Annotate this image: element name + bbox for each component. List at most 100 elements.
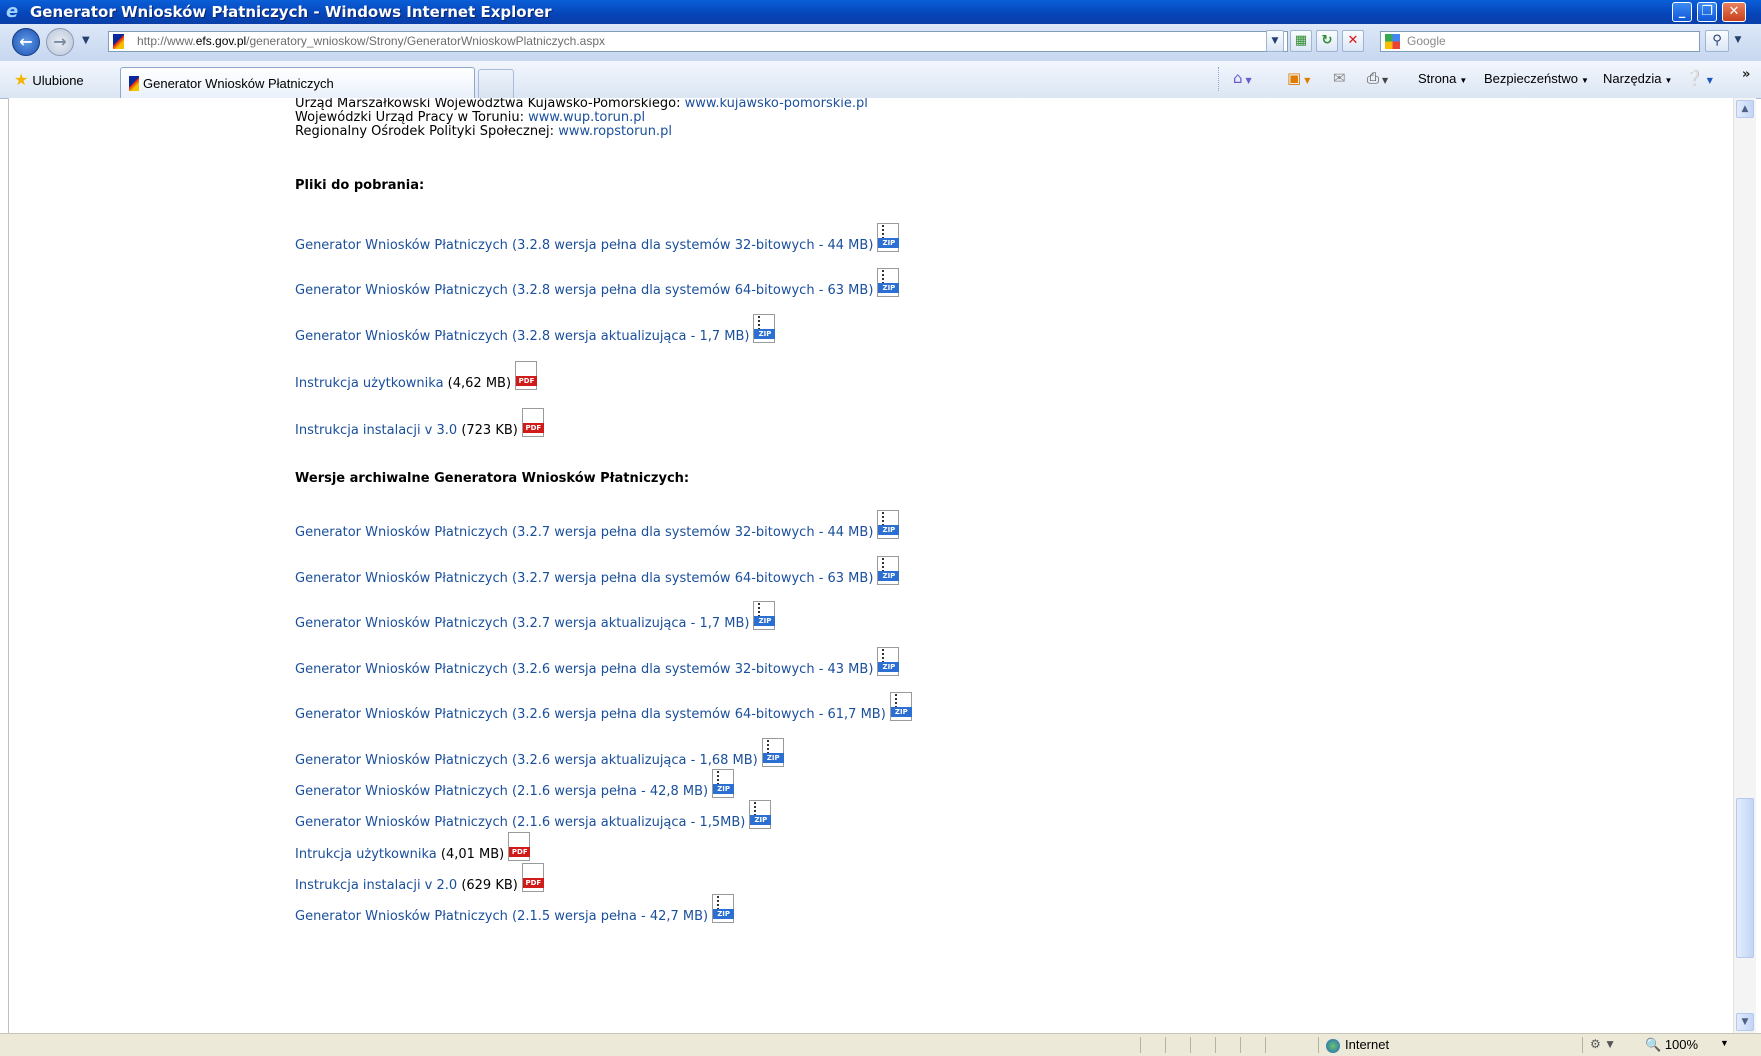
download-link[interactable]: Instrukcja instalacji v 2.0 [295,878,457,893]
download-item: Generator Wniosków Płatniczych (2.1.5 we… [295,894,736,924]
minimize-button[interactable]: _ [1672,2,1692,22]
search-input[interactable]: Google [1380,31,1700,52]
pdf-file-icon[interactable]: PDF [521,408,546,438]
protected-mode-icon[interactable]: ⚙ ▼ [1590,1037,1616,1051]
file-type-badge: PDF [522,878,544,888]
file-type-badge: ZIP [750,815,772,825]
back-button[interactable]: ← [12,28,40,56]
zip-file-icon[interactable]: ZIP [877,556,901,586]
page-viewport[interactable]: Urząd Marszałkowski Województwa Kujawsko… [8,98,1734,1033]
address-dropdown-icon[interactable]: ▼ [1266,30,1284,52]
zip-file-icon[interactable]: ZIP [877,510,901,540]
scroll-down-icon[interactable]: ▼ [1736,1013,1754,1031]
file-type-badge: ZIP [890,707,912,717]
tab-title: Generator Wniosków Płatniczych [143,76,334,91]
wup-contact-line: Wojewódzki Urząd Pracy w Toruniu: www.wu… [295,110,646,125]
internet-globe-icon [1326,1038,1340,1053]
more-commands-chevron-icon[interactable]: » [1742,67,1750,82]
search-icon[interactable]: ⚲ [1705,30,1729,52]
zip-file-icon[interactable]: ZIP [753,314,777,344]
file-type-badge: ZIP [754,329,776,339]
zip-file-icon[interactable]: ZIP [712,894,736,924]
compatibility-view-icon[interactable]: ▦ [1290,30,1312,52]
download-link[interactable]: Intrukcja użytkownika [295,847,437,862]
maximize-button[interactable]: ❐ [1697,2,1717,22]
zip-file-icon[interactable]: ZIP [877,647,901,677]
download-item: Generator Wniosków Płatniczych (3.2.7 we… [295,601,777,631]
window-title-bar[interactable]: e Generator Wniosków Płatniczych - Windo… [0,0,1761,24]
tools-menu[interactable]: Narzędzia ▼ [1603,71,1672,86]
window-title: Generator Wniosków Płatniczych - Windows… [30,3,552,21]
file-size-text: (4,62 MB) [443,376,512,391]
file-type-badge: ZIP [878,571,900,581]
zip-file-icon[interactable]: ZIP [749,800,773,830]
print-icon[interactable]: ⎙ ▼ [1367,69,1388,87]
download-link[interactable]: Generator Wniosków Płatniczych (3.2.8 we… [295,283,873,298]
status-divider [1140,1037,1141,1053]
zip-file-icon[interactable]: ZIP [877,223,901,253]
safety-menu[interactable]: Bezpieczeństwo ▼ [1484,71,1589,86]
status-divider [1240,1037,1241,1053]
page-menu[interactable]: Strona ▼ [1418,71,1467,86]
address-toolbar: ← → ▼ http://www.efs.gov.pl/generatory_w… [0,24,1761,62]
download-link[interactable]: Generator Wniosków Płatniczych (2.1.6 we… [295,784,708,799]
download-link[interactable]: Generator Wniosków Płatniczych (3.2.6 we… [295,707,886,722]
search-options-dropdown-icon[interactable]: ▼ [1731,30,1745,52]
download-link[interactable]: Instrukcja instalacji v 3.0 [295,423,457,438]
download-item: Generator Wniosków Płatniczych (3.2.8 we… [295,314,777,344]
archive-heading: Wersje archiwalne Generatora Wniosków Pł… [295,471,690,486]
download-link[interactable]: Generator Wniosków Płatniczych (3.2.7 we… [295,616,749,631]
download-link[interactable]: Generator Wniosków Płatniczych (2.1.5 we… [295,909,708,924]
download-item: Instrukcja użytkownika (4,62 MB) PDF [295,361,539,391]
address-input[interactable]: http://www.efs.gov.pl/generatory_wniosko… [108,31,1288,52]
zip-file-icon[interactable]: ZIP [889,692,914,722]
file-type-badge: ZIP [713,909,735,919]
zip-file-icon[interactable]: ZIP [761,738,786,768]
scrollbar-thumb[interactable] [1736,798,1754,958]
download-link[interactable]: Generator Wniosków Płatniczych (3.2.6 we… [295,662,873,677]
tab-favicon-icon [129,76,139,91]
file-type-badge: ZIP [878,283,900,293]
zoom-dropdown-icon[interactable]: ▼ [1720,1038,1729,1048]
zip-file-icon[interactable]: ZIP [753,601,777,631]
kujawsko-pomorskie-link[interactable]: www.kujawsko-pomorskie.pl [685,98,868,111]
vertical-scrollbar[interactable]: ▲ ▼ [1733,98,1756,1033]
rops-link[interactable]: www.ropstorun.pl [558,124,672,139]
status-divider [1265,1037,1266,1053]
refresh-icon[interactable]: ↻ [1316,30,1338,52]
wup-link[interactable]: www.wup.torun.pl [528,110,645,125]
recent-pages-dropdown-icon[interactable]: ▼ [82,35,90,46]
zoom-level[interactable]: 🔍 100% [1645,1037,1698,1053]
feeds-icon[interactable]: ▣ ▼ [1287,69,1310,87]
download-link[interactable]: Generator Wniosków Płatniczych (3.2.8 we… [295,329,749,344]
stop-icon[interactable]: ✕ [1342,30,1364,52]
file-size-text: (629 KB) [457,878,518,893]
forward-button[interactable]: → [46,28,74,56]
download-link[interactable]: Generator Wniosków Płatniczych (3.2.8 we… [295,238,873,253]
zip-file-icon[interactable]: ZIP [712,769,736,799]
mail-icon[interactable]: ✉ [1333,69,1346,87]
file-type-badge: ZIP [878,662,900,672]
file-type-badge: ZIP [754,616,776,626]
help-icon[interactable]: ❔ ▼ [1685,69,1713,87]
download-link[interactable]: Instrukcja użytkownika [295,376,444,391]
security-zone[interactable]: Internet [1326,1037,1389,1053]
download-link[interactable]: Generator Wniosków Płatniczych (3.2.7 we… [295,525,873,540]
favorites-button[interactable]: ★ Ulubione [14,70,84,90]
new-tab-button[interactable] [478,69,514,98]
download-link[interactable]: Generator Wniosków Płatniczych (3.2.6 we… [295,753,758,768]
download-link[interactable]: Generator Wniosków Płatniczych (2.1.6 we… [295,815,745,830]
home-icon[interactable]: ⌂ ▼ [1233,69,1252,87]
pdf-file-icon[interactable]: PDF [508,832,532,862]
tab-active[interactable]: Generator Wniosków Płatniczych [120,67,475,98]
download-item: Intrukcja użytkownika (4,01 MB) PDF [295,832,532,862]
pdf-file-icon[interactable]: PDF [521,863,546,893]
download-link[interactable]: Generator Wniosków Płatniczych (3.2.7 we… [295,571,873,586]
internet-explorer-icon: e [6,1,19,22]
status-divider [1215,1037,1216,1053]
close-button[interactable]: ✕ [1722,2,1746,22]
zip-file-icon[interactable]: ZIP [877,268,901,298]
pdf-file-icon[interactable]: PDF [515,361,539,391]
scroll-up-icon[interactable]: ▲ [1736,100,1754,118]
file-size-text: (4,01 MB) [436,847,505,862]
